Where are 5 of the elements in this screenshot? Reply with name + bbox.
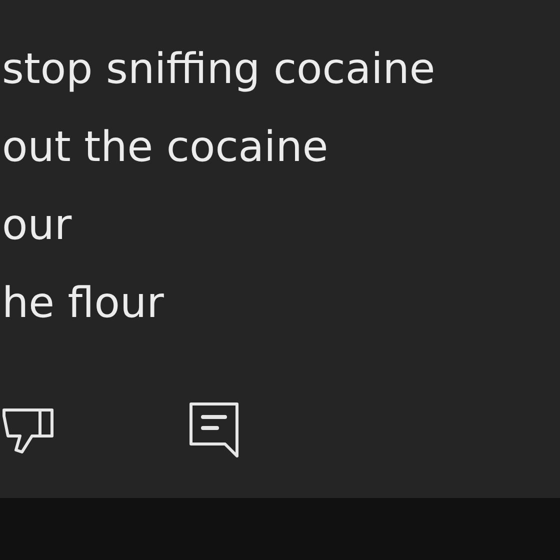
comment-text: out the cocaine: [2, 121, 330, 173]
comment-icon[interactable]: [189, 402, 239, 458]
comment-text: he flour: [2, 277, 165, 329]
comment-text: stop sniffing cocaine: [2, 43, 436, 95]
comment-text: our: [2, 199, 73, 251]
